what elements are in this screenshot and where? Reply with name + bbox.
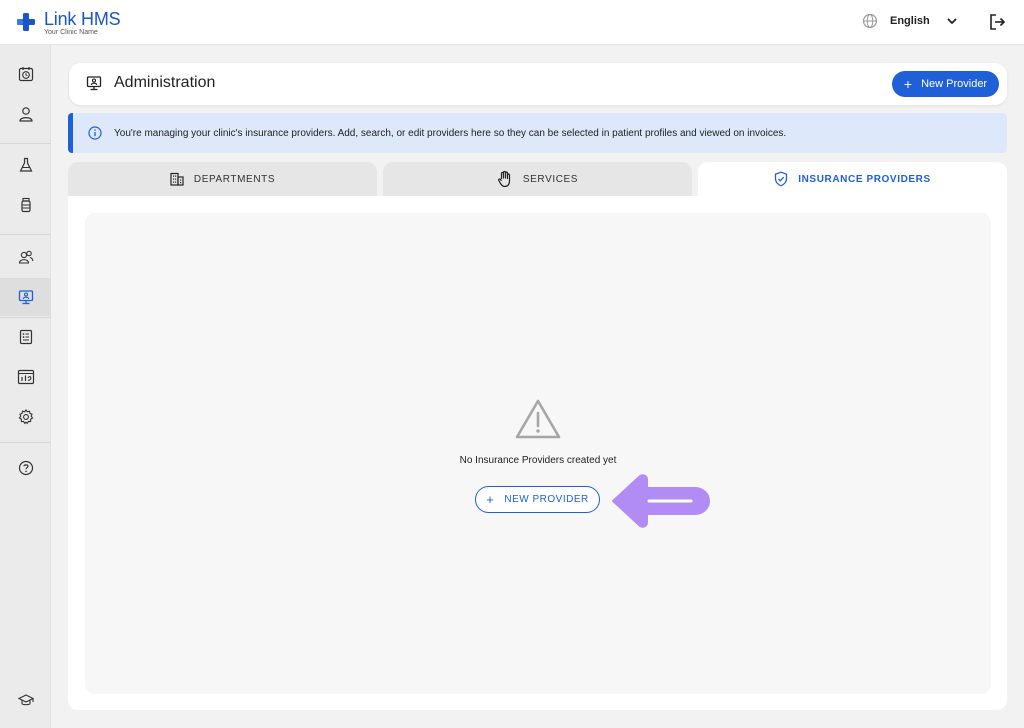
top-bar: Link HMS Your Clinic Name English	[0, 0, 1024, 45]
graduation-cap-icon	[17, 694, 34, 706]
tab-insurance-providers[interactable]: INSURANCE PROVIDERS	[698, 162, 1007, 196]
new-provider-button-label: New Provider	[921, 78, 988, 90]
logout-icon[interactable]	[988, 13, 1006, 31]
tab-services-label: SERVICES	[522, 173, 579, 185]
logo-cross-icon	[17, 13, 35, 31]
warning-icon	[515, 399, 561, 439]
clinic-name: Your Clinic Name	[44, 29, 98, 36]
sidebar-item-patients[interactable]	[0, 95, 51, 133]
empty-state-container	[85, 213, 991, 694]
report-icon	[19, 329, 32, 345]
pointer-arrow-icon	[612, 474, 710, 528]
empty-state-message: No Insurance Providers created yet	[459, 455, 617, 466]
hand-icon	[497, 170, 510, 188]
language-label: English	[890, 15, 930, 27]
page-title: Administration	[114, 74, 216, 91]
settings-icon	[18, 409, 33, 425]
tab-services[interactable]: SERVICES	[383, 162, 692, 196]
app-logo[interactable]: Link HMS Your Clinic Name	[16, 9, 121, 36]
help-icon	[18, 460, 33, 476]
sidebar-item-help[interactable]	[0, 449, 51, 487]
shield-check-icon	[775, 171, 788, 187]
sidebar-item-analytics[interactable]	[0, 358, 51, 396]
app-name: Link HMS	[44, 9, 121, 29]
user-icon	[18, 107, 33, 122]
sidebar-item-lab[interactable]	[0, 146, 51, 184]
sidebar-item-pharmacy[interactable]	[0, 186, 51, 224]
language-selector[interactable]: English	[862, 13, 958, 29]
empty-state-new-provider-button[interactable]: + NEW PROVIDER	[475, 486, 600, 513]
sidebar-item-settings[interactable]	[0, 398, 51, 436]
sidebar-item-learning[interactable]	[0, 681, 51, 719]
admin-monitor-icon	[18, 290, 33, 305]
globe-icon	[862, 13, 878, 29]
chevron-down-icon	[947, 18, 957, 25]
sidebar-item-administration[interactable]	[0, 278, 51, 316]
plus-icon: +	[486, 492, 495, 507]
users-icon	[18, 250, 33, 264]
info-icon	[88, 126, 102, 140]
tab-insurance-providers-label: INSURANCE PROVIDERS	[798, 173, 931, 185]
admin-monitor-icon	[86, 76, 102, 91]
new-provider-button[interactable]: + New Provider	[892, 71, 999, 97]
calendar-clock-icon	[18, 67, 33, 82]
sidebar-item-staff[interactable]	[0, 238, 51, 276]
medicine-bottle-icon	[20, 197, 31, 213]
info-banner: You're managing your clinic's insurance …	[68, 113, 1007, 153]
info-banner-text: You're managing your clinic's insurance …	[114, 127, 787, 139]
building-icon	[170, 172, 184, 186]
tab-departments-label: DEPARTMENTS	[193, 173, 276, 185]
flask-icon	[19, 157, 32, 172]
sidebar-item-appointments[interactable]	[0, 55, 51, 93]
sidebar	[0, 45, 51, 728]
empty-state-button-label: NEW PROVIDER	[504, 494, 589, 505]
plus-icon: +	[903, 76, 913, 92]
tab-departments[interactable]: DEPARTMENTS	[68, 162, 377, 196]
page-header: Administration + New Provider	[69, 63, 1007, 105]
analytics-icon	[17, 369, 34, 385]
sidebar-item-reports[interactable]	[0, 318, 51, 356]
